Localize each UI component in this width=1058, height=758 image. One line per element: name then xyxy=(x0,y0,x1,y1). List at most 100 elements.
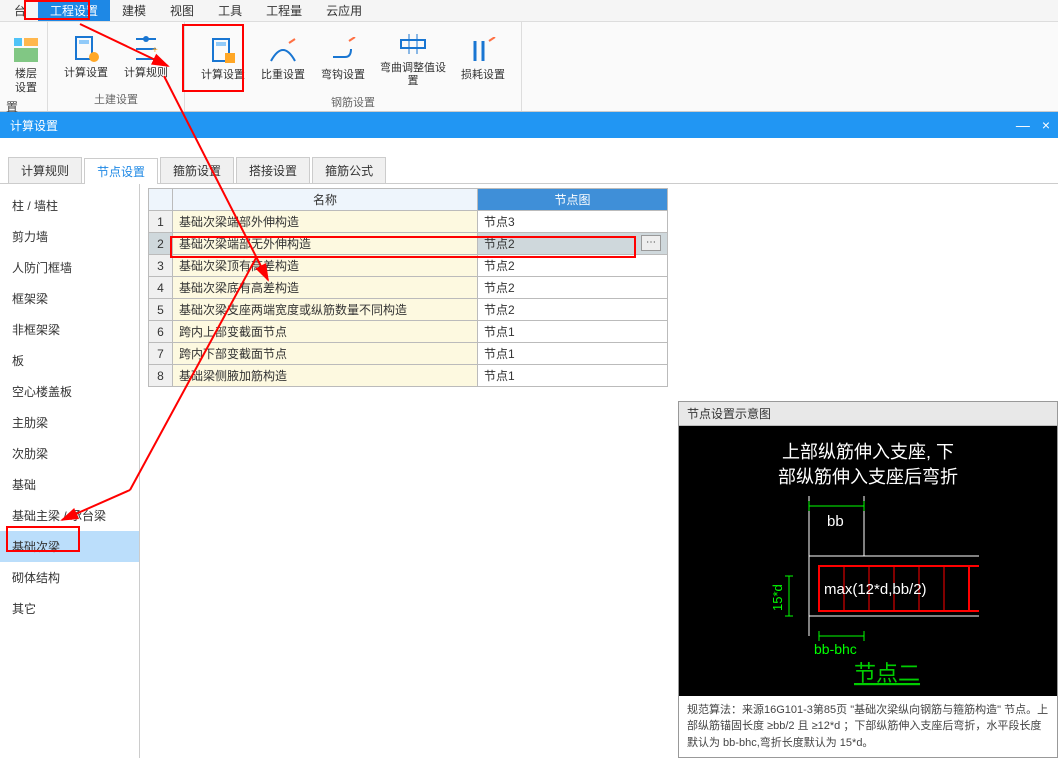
calc-settings-rebar-button[interactable]: 计算设置 xyxy=(193,24,253,92)
rownum-cell: 2 xyxy=(149,233,173,255)
calc-civil-icon xyxy=(70,33,102,65)
cat-column[interactable]: 柱 / 墙柱 xyxy=(0,190,139,221)
floor-settings-label: 楼层设置 xyxy=(10,68,42,94)
table-row[interactable]: 6跨内上部变截面节点节点1 xyxy=(149,321,668,343)
main-menu: 台 工程设置 建模 视图 工具 工程量 云应用 xyxy=(0,0,1058,22)
menu-item-cloud[interactable]: 云应用 xyxy=(314,0,374,21)
cat-hollow-slab[interactable]: 空心楼盖板 xyxy=(0,376,139,407)
bend-icon xyxy=(397,28,429,60)
cat-slab[interactable]: 板 xyxy=(0,345,139,376)
ribbon-cfg-label: 置 xyxy=(0,96,24,117)
bend-adjust-label: 弯曲调整值设置 xyxy=(375,62,451,88)
cat-defense-door[interactable]: 人防门框墙 xyxy=(0,252,139,283)
grid-container: 名称 节点图 1基础次梁端部外伸构造节点32基础次梁端部无外伸构造节点2⋯3基础… xyxy=(140,184,1058,758)
node-cell[interactable]: 节点2 xyxy=(478,299,668,321)
name-cell[interactable]: 基础次梁端部无外伸构造 xyxy=(173,233,478,255)
table-row[interactable]: 7跨内下部变截面节点节点1 xyxy=(149,343,668,365)
calc-settings-civil-button[interactable]: 计算设置 xyxy=(56,24,116,89)
cat-sec-rib[interactable]: 次肋梁 xyxy=(0,438,139,469)
node-cell[interactable]: 节点1 xyxy=(478,365,668,387)
loss-settings-button[interactable]: 损耗设置 xyxy=(453,24,513,92)
ellipsis-button[interactable]: ⋯ xyxy=(641,235,661,251)
menu-item-platform[interactable]: 台 xyxy=(2,0,38,21)
menu-item-project-settings[interactable]: 工程设置 xyxy=(38,0,110,21)
node-grid[interactable]: 名称 节点图 1基础次梁端部外伸构造节点32基础次梁端部无外伸构造节点2⋯3基础… xyxy=(148,188,668,387)
rownum-cell: 3 xyxy=(149,255,173,277)
hook-settings-button[interactable]: 弯钩设置 xyxy=(313,24,373,92)
rownum-cell: 1 xyxy=(149,211,173,233)
rownum-cell: 6 xyxy=(149,321,173,343)
name-cell[interactable]: 基础次梁支座两端宽度或纵筋数量不同构造 xyxy=(173,299,478,321)
col-node[interactable]: 节点图 xyxy=(478,189,668,211)
layers-icon xyxy=(10,34,42,66)
calc-rules-button[interactable]: + 计算规则 xyxy=(116,24,176,89)
subtab-lap-settings[interactable]: 搭接设置 xyxy=(236,157,310,183)
menu-item-view[interactable]: 视图 xyxy=(158,0,206,21)
close-button[interactable]: × xyxy=(1042,117,1050,133)
col-name[interactable]: 名称 xyxy=(173,189,478,211)
name-cell[interactable]: 跨内下部变截面节点 xyxy=(173,343,478,365)
calc-rebar-icon xyxy=(207,35,239,67)
diagram-canvas: 上部纵筋伸入支座, 下部纵筋伸入支座后弯折 bb xyxy=(679,426,1057,696)
loss-settings-label: 损耗设置 xyxy=(461,69,505,82)
dim-15d: 15*d xyxy=(770,584,785,611)
weight-settings-label: 比重设置 xyxy=(261,69,305,82)
node-cell[interactable]: 节点2 xyxy=(478,277,668,299)
node-label: 节点二 xyxy=(854,661,920,686)
dialog-title: 计算设置 xyxy=(10,117,58,134)
col-rownum xyxy=(149,189,173,211)
floor-settings-button[interactable]: 楼层设置 xyxy=(8,24,44,105)
name-cell[interactable]: 跨内上部变截面节点 xyxy=(173,321,478,343)
menu-item-modeling[interactable]: 建模 xyxy=(110,0,158,21)
hook-settings-label: 弯钩设置 xyxy=(321,69,365,82)
subtabs: 计算规则 节点设置 箍筋设置 搭接设置 箍筋公式 xyxy=(0,156,1058,184)
table-row[interactable]: 4基础次梁底有高差构造节点2 xyxy=(149,277,668,299)
ribbon-group-label-2: 钢筋设置 xyxy=(193,92,513,112)
name-cell[interactable]: 基础梁侧腋加筋构造 xyxy=(173,365,478,387)
diagram-title: 上部纵筋伸入支座, 下部纵筋伸入支座后弯折 xyxy=(679,440,1057,490)
diagram-note: 规范算法：来源16G101-3第85页 "基础次梁纵向钢筋与箍筋构造" 节点。上… xyxy=(679,696,1057,758)
subtab-stirrup-formula[interactable]: 箍筋公式 xyxy=(312,157,386,183)
node-cell[interactable]: 节点3 xyxy=(478,211,668,233)
table-row[interactable]: 8基础梁侧腋加筋构造节点1 xyxy=(149,365,668,387)
cat-foundation[interactable]: 基础 xyxy=(0,469,139,500)
cat-non-frame-beam[interactable]: 非框架梁 xyxy=(0,314,139,345)
menu-item-tools[interactable]: 工具 xyxy=(206,0,254,21)
rules-icon: + xyxy=(130,33,162,65)
weight-icon xyxy=(267,35,299,67)
menu-item-quantities[interactable]: 工程量 xyxy=(254,0,314,21)
ribbon-group-label-1: 土建设置 xyxy=(56,89,176,109)
node-cell[interactable]: 节点2⋯ xyxy=(478,233,668,255)
minimize-button[interactable]: — xyxy=(1016,117,1030,133)
bb-label: bb xyxy=(827,513,844,530)
rownum-cell: 8 xyxy=(149,365,173,387)
svg-text:+: + xyxy=(152,45,158,56)
table-row[interactable]: 3基础次梁顶有高差构造节点2 xyxy=(149,255,668,277)
bend-adjust-button[interactable]: 弯曲调整值设置 xyxy=(373,24,453,92)
table-row[interactable]: 5基础次梁支座两端宽度或纵筋数量不同构造节点2 xyxy=(149,299,668,321)
loss-icon xyxy=(467,35,499,67)
rownum-cell: 4 xyxy=(149,277,173,299)
node-cell[interactable]: 节点1 xyxy=(478,343,668,365)
cat-frame-beam[interactable]: 框架梁 xyxy=(0,283,139,314)
subtab-calc-rule[interactable]: 计算规则 xyxy=(8,157,82,183)
table-row[interactable]: 2基础次梁端部无外伸构造节点2⋯ xyxy=(149,233,668,255)
dialog-titlebar: 计算设置 — × xyxy=(0,112,1058,138)
cat-found-sec-beam[interactable]: 基础次梁 xyxy=(0,531,139,562)
name-cell[interactable]: 基础次梁顶有高差构造 xyxy=(173,255,478,277)
name-cell[interactable]: 基础次梁端部外伸构造 xyxy=(173,211,478,233)
node-cell[interactable]: 节点1 xyxy=(478,321,668,343)
weight-settings-button[interactable]: 比重设置 xyxy=(253,24,313,92)
cat-masonry[interactable]: 砌体结构 xyxy=(0,562,139,593)
cat-main-rib[interactable]: 主肋梁 xyxy=(0,407,139,438)
name-cell[interactable]: 基础次梁底有高差构造 xyxy=(173,277,478,299)
cat-other[interactable]: 其它 xyxy=(0,593,139,624)
cat-found-main-beam[interactable]: 基础主梁 / 承台梁 xyxy=(0,500,139,531)
diagram-header: 节点设置示意图 xyxy=(679,402,1057,426)
node-cell[interactable]: 节点2 xyxy=(478,255,668,277)
table-row[interactable]: 1基础次梁端部外伸构造节点3 xyxy=(149,211,668,233)
subtab-stirrup-settings[interactable]: 箍筋设置 xyxy=(160,157,234,183)
cat-shearwall[interactable]: 剪力墙 xyxy=(0,221,139,252)
subtab-node-settings[interactable]: 节点设置 xyxy=(84,158,158,184)
main-area: 柱 / 墙柱 剪力墙 人防门框墙 框架梁 非框架梁 板 空心楼盖板 主肋梁 次肋… xyxy=(0,184,1058,758)
